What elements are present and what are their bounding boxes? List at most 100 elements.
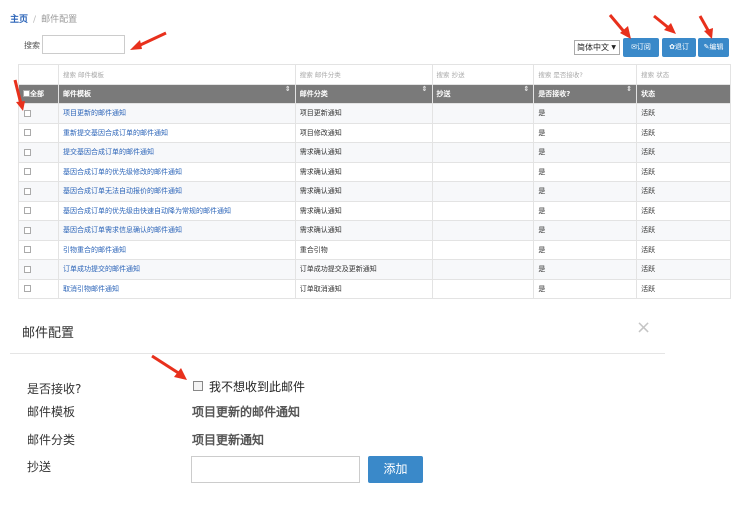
table-row[interactable]: 基因合成订单的优先级修改的邮件通知 需求确认通知 是活跃 bbox=[18, 161, 731, 182]
row-checkbox[interactable] bbox=[24, 129, 31, 137]
modal-divider bbox=[10, 353, 665, 354]
row-checkbox[interactable] bbox=[24, 226, 31, 234]
cc-input[interactable] bbox=[191, 456, 360, 483]
table-row[interactable]: 项目更新的邮件通知 项目更新通知 是活跃 bbox=[18, 103, 731, 124]
cell-status: 活跃 bbox=[636, 278, 731, 299]
filter-cc[interactable]: 搜索 抄送 bbox=[431, 64, 535, 85]
template-link[interactable]: 基因合成订单的优先级修改的邮件通知 bbox=[63, 168, 182, 176]
template-link[interactable]: 订单成功提交的邮件通知 bbox=[63, 265, 140, 273]
cell-template[interactable]: 基因合成订单的优先级由快速自动降为常规的邮件通知 bbox=[57, 200, 296, 221]
cell-receive: 是 bbox=[533, 161, 638, 182]
template-link[interactable]: 基因合成订单需求信息确认的邮件通知 bbox=[63, 226, 182, 234]
language-select-value: 简体中文 bbox=[577, 43, 609, 52]
row-checkbox-cell[interactable] bbox=[18, 103, 59, 124]
row-checkbox-cell[interactable] bbox=[18, 200, 59, 221]
column-header-status[interactable]: 状态 bbox=[636, 83, 731, 104]
cell-status: 活跃 bbox=[636, 239, 731, 260]
cell-cc bbox=[431, 161, 535, 182]
unsubscribe-checkbox-label[interactable]: 我不想收到此邮件 bbox=[209, 378, 305, 395]
row-checkbox[interactable] bbox=[24, 109, 31, 117]
cell-template[interactable]: 取消引物邮件通知 bbox=[57, 278, 296, 299]
select-all-label: 全部 bbox=[30, 89, 44, 98]
receive-label: 是否接收? bbox=[27, 382, 82, 396]
cell-template[interactable]: 引物重合的邮件通知 bbox=[57, 239, 296, 260]
row-checkbox-cell[interactable] bbox=[18, 181, 59, 202]
table-row[interactable]: 取消引物邮件通知 订单取消通知 是活跃 bbox=[18, 278, 731, 299]
filter-category[interactable]: 搜索 邮件分类 bbox=[294, 64, 433, 85]
cell-template[interactable]: 项目更新的邮件通知 bbox=[57, 103, 296, 124]
language-select[interactable]: 简体中文 ▼ bbox=[574, 40, 620, 55]
cell-cc bbox=[431, 142, 535, 163]
row-checkbox-cell[interactable] bbox=[18, 259, 59, 280]
column-header-template[interactable]: 邮件模板 ⇕ bbox=[57, 83, 296, 104]
edit-button[interactable]: ✎编辑 bbox=[698, 38, 729, 57]
table-row[interactable]: 重新提交基因合成订单的邮件通知 项目修改通知 是活跃 bbox=[18, 122, 731, 143]
cell-category: 订单取消通知 bbox=[294, 278, 433, 299]
row-checkbox[interactable] bbox=[24, 207, 31, 215]
cell-receive: 是 bbox=[533, 259, 638, 280]
cell-cc bbox=[431, 103, 535, 124]
table-row[interactable]: 引物重合的邮件通知 重合引物 是活跃 bbox=[18, 239, 731, 260]
cc-label: 抄送 bbox=[27, 460, 52, 474]
template-link[interactable]: 引物重合的邮件通知 bbox=[63, 246, 126, 254]
select-all-checkbox[interactable] bbox=[23, 90, 30, 98]
cell-template[interactable]: 基因合成订单无法自动报价的邮件通知 bbox=[57, 181, 296, 202]
row-checkbox-cell[interactable] bbox=[18, 142, 59, 163]
cell-template[interactable]: 提交基因合成订单的邮件通知 bbox=[57, 142, 296, 163]
template-link[interactable]: 基因合成订单无法自动报价的邮件通知 bbox=[63, 187, 182, 195]
search-input[interactable] bbox=[42, 35, 125, 54]
search-label: 搜索 bbox=[24, 41, 40, 50]
cell-template[interactable]: 基因合成订单的优先级修改的邮件通知 bbox=[57, 161, 296, 182]
template-link[interactable]: 取消引物邮件通知 bbox=[63, 285, 119, 293]
row-checkbox[interactable] bbox=[24, 148, 31, 156]
row-checkbox-cell[interactable] bbox=[18, 220, 59, 241]
filter-receive[interactable]: 搜索 是否接收? bbox=[533, 64, 638, 85]
unsubscribe-button[interactable]: ✿退订 bbox=[662, 38, 696, 57]
row-checkbox[interactable] bbox=[24, 187, 31, 195]
select-all-header[interactable]: 全部 bbox=[18, 83, 59, 104]
sort-icon: ⇕ bbox=[523, 84, 530, 93]
table-row[interactable]: 基因合成订单无法自动报价的邮件通知 需求确认通知 是活跃 bbox=[18, 181, 731, 202]
close-icon[interactable]: × bbox=[636, 317, 651, 338]
row-checkbox-cell[interactable] bbox=[18, 122, 59, 143]
table-row[interactable]: 基因合成订单的优先级由快速自动降为常规的邮件通知 需求确认通知 是活跃 bbox=[18, 200, 731, 221]
cell-template[interactable]: 基因合成订单需求信息确认的邮件通知 bbox=[57, 220, 296, 241]
column-header-label: 状态 bbox=[641, 89, 656, 98]
cell-receive: 是 bbox=[533, 278, 638, 299]
template-link[interactable]: 基因合成订单的优先级由快速自动降为常规的邮件通知 bbox=[63, 207, 231, 215]
template-link[interactable]: 提交基因合成订单的邮件通知 bbox=[63, 148, 154, 156]
filter-template[interactable]: 搜索 邮件模板 bbox=[57, 64, 296, 85]
cell-receive: 是 bbox=[533, 122, 638, 143]
column-header-label: 抄送 bbox=[436, 89, 451, 98]
breadcrumb-current: 邮件配置 bbox=[41, 15, 78, 25]
breadcrumb: 主页 / 邮件配置 bbox=[10, 12, 77, 25]
cell-cc bbox=[431, 122, 535, 143]
cell-cc bbox=[431, 239, 535, 260]
breadcrumb-home-link[interactable]: 主页 bbox=[10, 15, 28, 25]
row-checkbox-cell[interactable] bbox=[18, 278, 59, 299]
unsubscribe-checkbox[interactable] bbox=[193, 381, 203, 391]
cell-cc bbox=[431, 220, 535, 241]
column-header-cc[interactable]: 抄送 ⇕ bbox=[431, 83, 535, 104]
cell-status: 活跃 bbox=[636, 220, 731, 241]
filter-status[interactable]: 搜索 状态 bbox=[636, 64, 731, 85]
template-link[interactable]: 项目更新的邮件通知 bbox=[63, 109, 126, 117]
table-row[interactable]: 提交基因合成订单的邮件通知 需求确认通知 是活跃 bbox=[18, 142, 731, 163]
row-checkbox-cell[interactable] bbox=[18, 239, 59, 260]
subscribe-button[interactable]: ✉订阅 bbox=[623, 38, 659, 57]
column-header-category[interactable]: 邮件分类 ⇕ bbox=[294, 83, 433, 104]
cell-template[interactable]: 订单成功提交的邮件通知 bbox=[57, 259, 296, 280]
row-checkbox[interactable] bbox=[24, 168, 31, 176]
table-row[interactable]: 订单成功提交的邮件通知 订单成功提交及更新通知 是活跃 bbox=[18, 259, 731, 280]
column-header-receive[interactable]: 是否接收? ⇕ bbox=[533, 83, 638, 104]
row-checkbox[interactable] bbox=[24, 265, 31, 273]
cell-cc bbox=[431, 259, 535, 280]
add-button[interactable]: 添加 bbox=[368, 456, 423, 483]
row-checkbox[interactable] bbox=[24, 246, 31, 254]
row-checkbox[interactable] bbox=[24, 285, 31, 293]
row-checkbox-cell[interactable] bbox=[18, 161, 59, 182]
template-link[interactable]: 重新提交基因合成订单的邮件通知 bbox=[63, 129, 168, 137]
cell-template[interactable]: 重新提交基因合成订单的邮件通知 bbox=[57, 122, 296, 143]
cell-category: 项目修改通知 bbox=[294, 122, 433, 143]
table-row[interactable]: 基因合成订单需求信息确认的邮件通知 需求确认通知 是活跃 bbox=[18, 220, 731, 241]
